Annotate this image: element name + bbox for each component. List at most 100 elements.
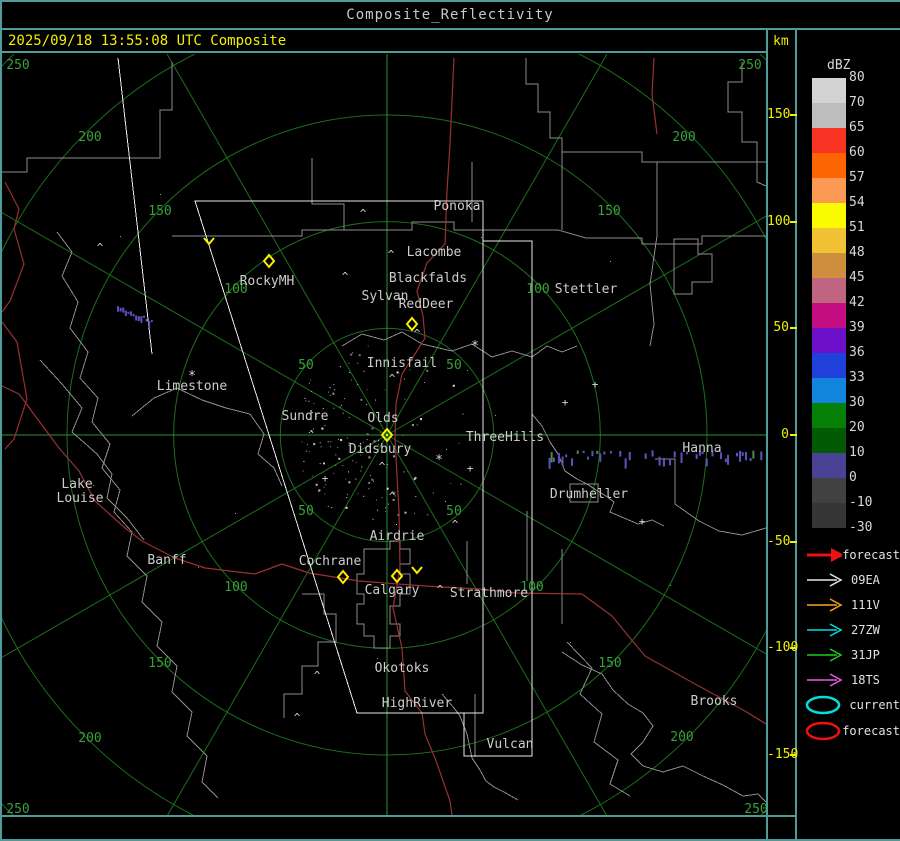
peak-caret-symbol: ^ (389, 372, 396, 385)
colorbar-swatch (812, 328, 846, 353)
legend-item-label: forecast (842, 724, 900, 738)
storm-v-marker (411, 566, 423, 575)
ring-distance-label: 150 (598, 656, 621, 671)
clutter-dot (313, 402, 315, 404)
clutter-dot (403, 378, 405, 380)
legend-item: forecast (801, 542, 900, 567)
echo-dash (749, 458, 752, 462)
echo-dash (628, 451, 631, 461)
clutter-dot (93, 485, 94, 486)
colorbar-swatch (812, 353, 846, 378)
clutter-dot (345, 478, 347, 480)
clutter-dot (339, 406, 341, 408)
colorbar-value-label: 33 (849, 370, 865, 385)
colorbar-swatch (812, 153, 846, 178)
colorbar-value-label: 36 (849, 345, 865, 360)
clutter-dot (329, 394, 331, 396)
echo-dash (744, 451, 747, 461)
clutter-dot (342, 465, 344, 467)
radar-map[interactable]: 50 5050 50100 100100 100150 150150 150200 20020… (2, 54, 766, 815)
legend-arrow-icon (807, 547, 843, 562)
clutter-dot (323, 486, 325, 488)
boundary-line (561, 651, 766, 803)
radial-line (166, 54, 388, 436)
clutter-dot (304, 397, 306, 399)
city-label: Drumheller (550, 487, 628, 502)
city-label: Vulcan (487, 737, 534, 752)
clutter-dot (372, 518, 374, 520)
clutter-dot (367, 345, 369, 347)
colorbar-value-label: -30 (849, 520, 873, 535)
plus-symbol: + (467, 462, 474, 475)
clutter-dot (337, 446, 339, 448)
radial-line (386, 434, 607, 815)
city-label: Lacombe (407, 245, 462, 260)
highway-line (2, 181, 25, 313)
legend-item-label: current (849, 698, 900, 712)
clutter-dot (368, 481, 371, 484)
clutter-dot (458, 442, 460, 444)
clutter-dot (358, 354, 361, 357)
echo-dash (741, 452, 744, 456)
clutter-dot (320, 396, 322, 398)
ellipse-shape (805, 695, 841, 715)
colorbar-value-label: 51 (849, 220, 865, 235)
ring-distance-label: 150 (148, 656, 171, 671)
echo-dash (619, 450, 622, 457)
colorbar-swatch (812, 203, 846, 228)
clutter-dot (327, 441, 329, 443)
radar-app-window: Composite_Reflectivity 2025/09/18 13:55:… (0, 0, 900, 841)
city-label: Stettler (555, 282, 618, 297)
header-divider (0, 51, 766, 53)
city-label: Okotoks (375, 661, 430, 676)
clutter-dot (366, 404, 367, 406)
y-axis-tick-label: 100 (767, 213, 791, 229)
ring-distance-label: 100 (224, 580, 247, 595)
clutter-dot (366, 439, 368, 440)
boundary-line (56, 231, 219, 799)
colorbar-value-label: 70 (849, 95, 865, 110)
clutter-dot (308, 432, 310, 433)
y-axis-tick-label: -150 (767, 746, 799, 762)
clutter-dot (424, 382, 425, 383)
clutter-dot (403, 471, 405, 473)
echo-dash (145, 318, 148, 322)
echo-dash (596, 450, 599, 455)
clutter-dot (402, 435, 404, 436)
highway-line (2, 321, 28, 450)
ring-distance-label: 250 (6, 58, 29, 73)
colorbar-value-label: 30 (849, 395, 865, 410)
side-panel: dBZ 80 70 65 60 57 54 51 48 45 42 39 36 33 30 20 10 0 -10… (797, 30, 900, 815)
clutter-dot (308, 451, 310, 452)
clutter-dot (335, 464, 337, 466)
legend-item-label: 31JP (851, 647, 880, 662)
clutter-dot (386, 464, 388, 465)
colorbar-value-label: 57 (849, 170, 865, 185)
boundary-line (131, 387, 283, 487)
peak-caret-symbol: ^ (97, 241, 104, 254)
plus-symbol: + (592, 378, 599, 391)
clutter-dot (329, 387, 331, 389)
map-legend: forecast 09EA 111V 27ZW 31JP 18TS current forec… (801, 542, 900, 744)
timestamp-label: 2025/09/18 13:55:08 UTC Composite (8, 33, 287, 49)
ring-distance-label: 50 (446, 358, 462, 373)
colorbar-value-label: 65 (849, 120, 865, 135)
clutter-dot (350, 379, 352, 381)
y-axis-tick (790, 753, 797, 756)
clutter-dot (324, 425, 326, 426)
echo-dash (599, 453, 602, 462)
plus-symbol: + (639, 515, 646, 528)
colorbar-swatch (812, 103, 846, 128)
clutter-dot (334, 389, 336, 391)
city-label: Sundre (282, 409, 329, 424)
clutter-dot (303, 461, 305, 462)
echo-dash (705, 458, 708, 467)
echo-dash (739, 450, 742, 462)
clutter-dot (445, 501, 446, 502)
clutter-dot (360, 398, 363, 401)
echo-dash (140, 316, 143, 323)
legend-item: 27ZW (801, 617, 900, 642)
window-title: Composite_Reflectivity (346, 7, 554, 23)
echo-dash (735, 452, 738, 457)
clutter-dot (235, 513, 236, 514)
